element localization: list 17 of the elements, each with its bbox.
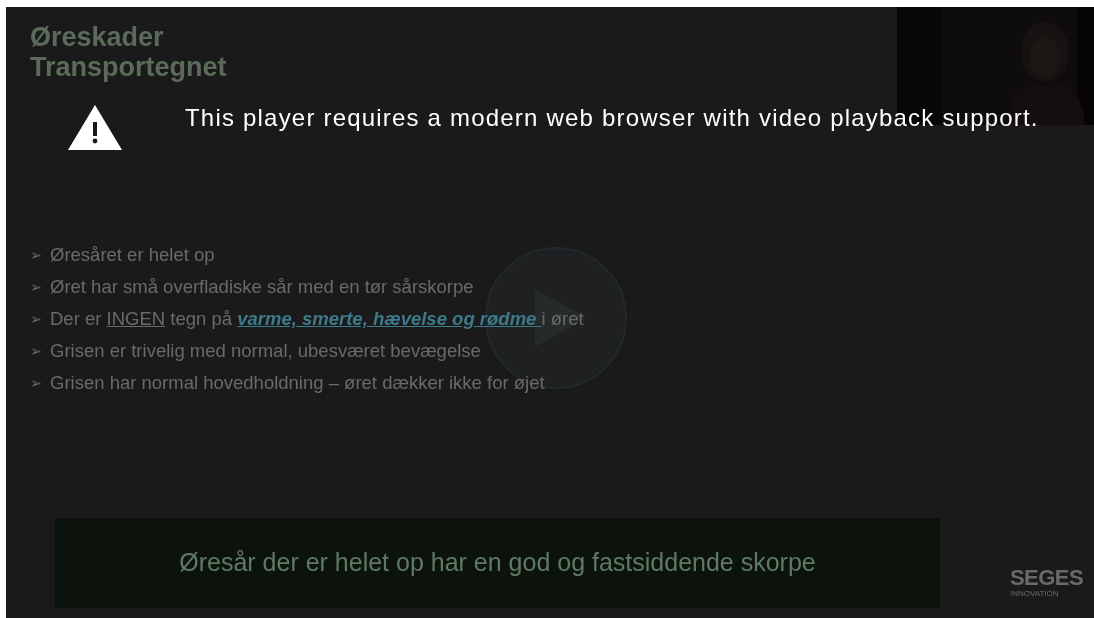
error-message: This player requires a modern web browser with video playback support.: [185, 103, 1040, 133]
bullet-marker: ➢: [30, 246, 42, 265]
slide-title: Transportegnet: [30, 52, 228, 82]
warning-icon: [68, 105, 122, 150]
logo-tagline: INNOVATION: [1010, 589, 1060, 599]
logo-name: SEGES: [1010, 567, 1084, 589]
bullet-text: Øret har små overfladiske sår med en tør sårskorpe: [50, 275, 474, 299]
slide-title: Øreskader: [30, 22, 165, 52]
bullet-marker: ➢: [30, 374, 42, 393]
bullet-text: Grisen er trivelig med normal, ubesværet bevægelse: [50, 339, 481, 363]
bullet-marker: ➢: [30, 342, 42, 361]
bullet-text: Der er INGEN tegn på varme, smerte, hævelse og rødme i øret: [50, 307, 584, 331]
bullet-text: Øresåret er helet op: [50, 243, 215, 267]
bullet-marker: ➢: [30, 310, 42, 329]
caption-text: Øresår der er helet op har en god og fastsiddende skorpe: [179, 547, 816, 579]
bullet-text: Grisen har normal hovedholdning – øret dækker ikke for øjet: [50, 371, 545, 395]
bullet-marker: ➢: [30, 278, 42, 297]
